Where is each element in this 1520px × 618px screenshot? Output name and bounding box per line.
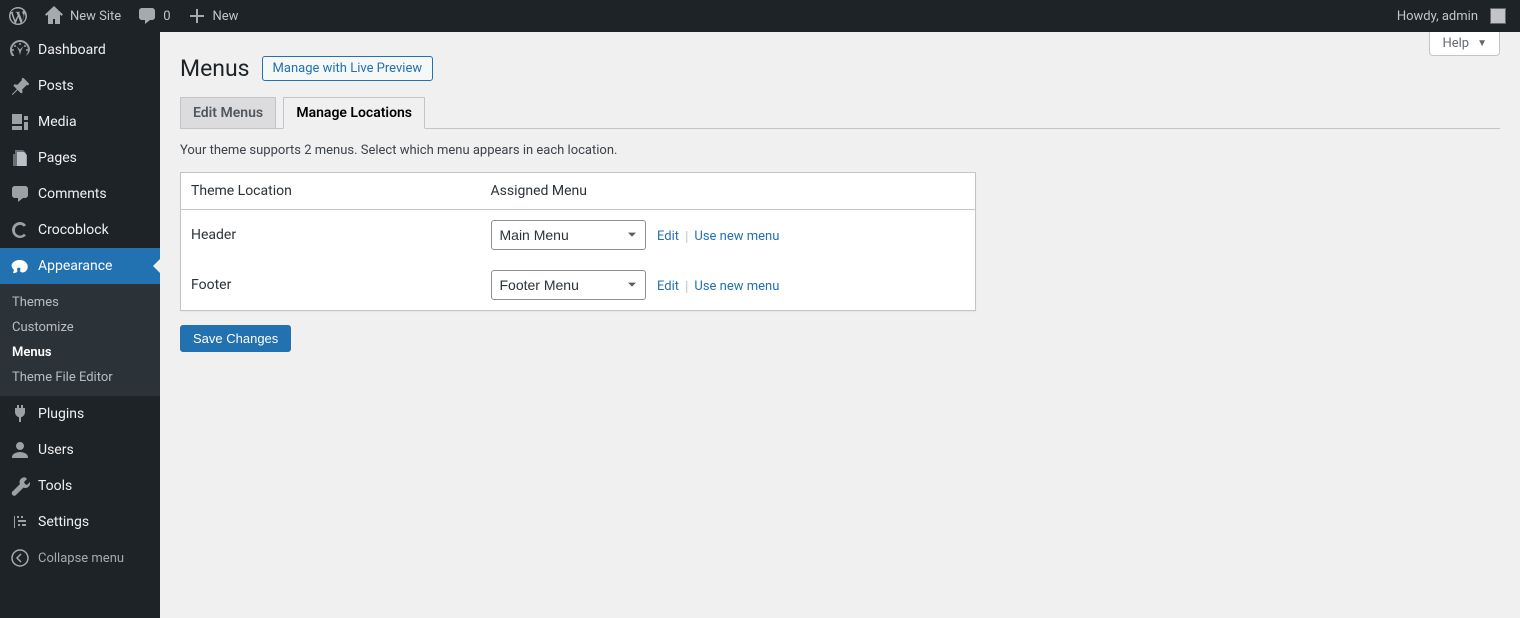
edit-link[interactable]: Edit [657,229,679,244]
th-theme-location: Theme Location [181,173,481,210]
sidebar-item-label: Pages [38,150,77,166]
nav-tabs: Edit Menus Manage Locations [180,92,1500,129]
adminbar-new[interactable]: New [179,0,247,32]
tools-icon [10,476,30,496]
use-new-menu-link[interactable]: Use new menu [694,279,779,294]
sidebar-submenu-appearance: Themes Customize Menus Theme File Editor [0,284,160,396]
sidebar-item-dashboard[interactable]: Dashboard [0,32,160,68]
sidebar-item-settings[interactable]: Settings [0,504,160,540]
content-wrap: Help ▼ Menus Manage with Live Preview Ed… [160,32,1520,618]
sidebar-item-label: Plugins [38,406,84,422]
adminbar-comments[interactable]: 0 [129,0,178,32]
adminbar-account[interactable]: Howdy, admin [1389,0,1514,32]
sidebar-item-label: Media [38,114,77,130]
edit-link[interactable]: Edit [657,279,679,294]
adminbar-howdy: Howdy, admin [1397,9,1478,24]
tab-edit-menus[interactable]: Edit Menus [180,97,276,128]
sidebar-item-media[interactable]: Media [0,104,160,140]
save-changes-button[interactable]: Save Changes [180,325,291,352]
sidebar-item-label: Dashboard [38,42,106,58]
adminbar-comment-count: 0 [163,9,170,24]
pin-icon [10,76,30,96]
locations-table: Theme Location Assigned Menu Header Main… [180,172,976,311]
sidebar-item-crocoblock[interactable]: Crocoblock [0,212,160,248]
page-title: Menus [180,55,250,82]
sidebar-item-label: Users [38,442,74,458]
comment-icon [137,6,157,26]
assigned-menu-select-header[interactable]: Main Menu [491,220,646,250]
table-row: Header Main Menu Edit | Use new menu [181,210,976,261]
appearance-icon [10,256,30,276]
collapse-icon [10,548,30,568]
avatar [1490,8,1506,24]
submenu-item-menus[interactable]: Menus [0,340,160,365]
sidebar-item-tools[interactable]: Tools [0,468,160,504]
plugins-icon [10,404,30,424]
settings-icon [10,512,30,532]
tab-manage-locations[interactable]: Manage Locations [283,97,425,129]
admin-sidebar: Dashboard Posts Media Pages Comments Cro… [0,32,160,618]
sidebar-item-plugins[interactable]: Plugins [0,396,160,432]
use-new-menu-link[interactable]: Use new menu [694,229,779,244]
sidebar-item-label: Appearance [38,258,112,274]
sidebar-item-label: Crocoblock [38,222,109,238]
media-icon [10,112,30,132]
adminbar-site-name[interactable]: New Site [36,0,129,32]
table-row: Footer Footer Menu Edit | Use new menu [181,260,976,311]
th-assigned-menu: Assigned Menu [481,173,976,210]
sidebar-item-label: Posts [38,78,74,94]
assigned-menu-select-footer[interactable]: Footer Menu [491,270,646,300]
plus-icon [187,6,207,26]
sidebar-item-pages[interactable]: Pages [0,140,160,176]
pages-icon [10,148,30,168]
sidebar-item-comments[interactable]: Comments [0,176,160,212]
help-tab-label: Help [1442,36,1469,51]
sidebar-item-posts[interactable]: Posts [0,68,160,104]
comments-icon [10,184,30,204]
sidebar-item-label: Comments [38,186,107,202]
home-icon [44,6,64,26]
triangle-down-icon: ▼ [1477,38,1487,49]
page-description: Your theme supports 2 menus. Select whic… [180,143,1500,158]
location-label: Header [181,210,481,261]
wordpress-icon [8,6,28,26]
adminbar-new-label: New [213,9,239,24]
help-tab[interactable]: Help ▼ [1429,32,1500,56]
adminbar-site-name-label: New Site [70,9,121,24]
location-label: Footer [181,260,481,311]
submenu-item-themes[interactable]: Themes [0,290,160,315]
collapse-menu[interactable]: Collapse menu [0,540,160,576]
adminbar-wp-logo[interactable] [0,0,36,32]
sidebar-item-label: Tools [38,478,72,494]
separator: | [685,229,688,245]
live-preview-button[interactable]: Manage with Live Preview [262,56,434,81]
sidebar-item-label: Settings [38,514,89,530]
admin-bar: New Site 0 New Howdy, admin [0,0,1520,32]
submenu-item-theme-file-editor[interactable]: Theme File Editor [0,365,160,390]
crocoblock-icon [10,220,30,240]
separator: | [685,279,688,295]
submenu-item-customize[interactable]: Customize [0,315,160,340]
sidebar-item-appearance[interactable]: Appearance [0,248,160,284]
users-icon [10,440,30,460]
sidebar-item-users[interactable]: Users [0,432,160,468]
dashboard-icon [10,40,30,60]
collapse-menu-label: Collapse menu [38,551,124,566]
